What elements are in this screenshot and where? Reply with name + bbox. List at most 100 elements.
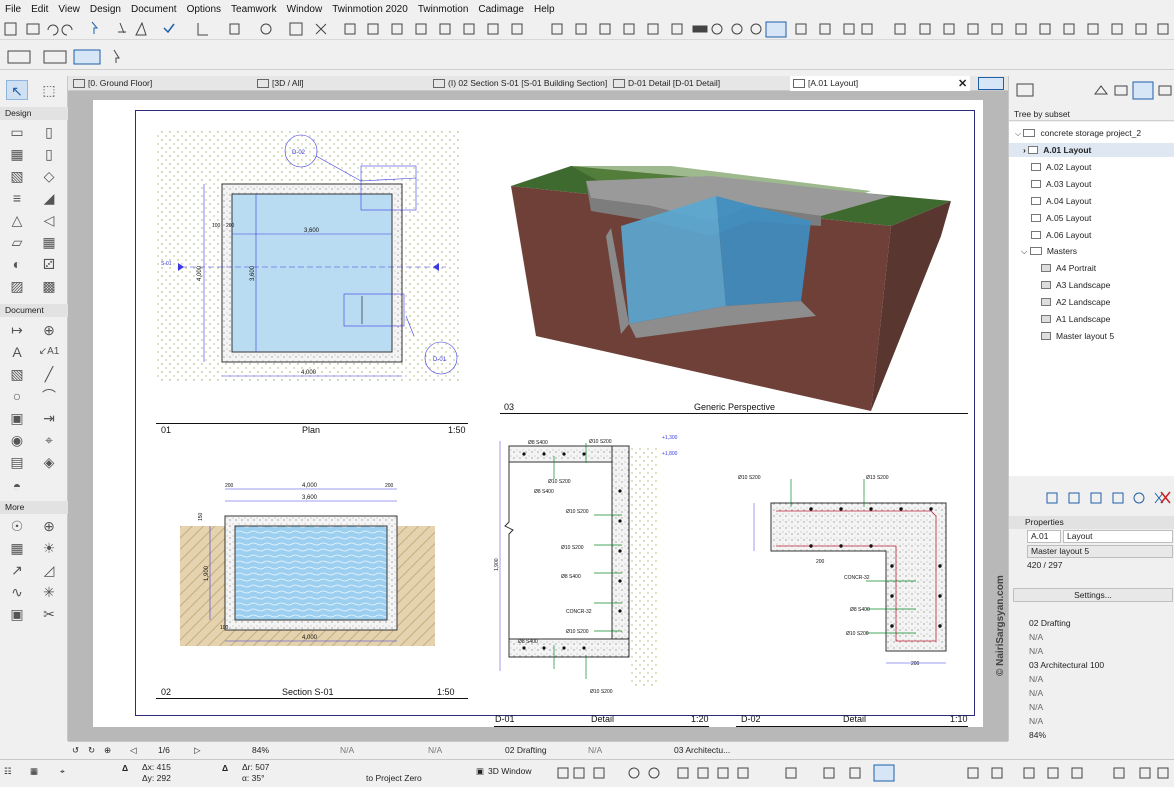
shell-tool-icon[interactable]: ◁ [38,210,60,230]
railing-tool-icon[interactable]: ◢ [38,188,60,208]
menu-help[interactable]: Help [529,4,560,15]
figure-tool-icon[interactable]: ◓ [6,476,28,496]
tree-layout-a05[interactable]: A.05 Layout [1009,211,1091,225]
worksheet-tool-icon[interactable]: ▤ [6,452,28,472]
tab-detail-d01[interactable]: D-01 Detail [D-01 Detail] [610,76,780,91]
tab-ground-floor[interactable]: [0. Ground Floor] [70,76,240,91]
beam-tool-icon[interactable]: ▦ [6,144,28,164]
slab-tool-icon[interactable]: ▱ [6,232,28,252]
tree-master-5[interactable]: Master layout 5 [1009,329,1114,343]
object-tool-icon[interactable]: ⚂ [38,254,60,274]
tree-layout-a02[interactable]: A.02 Layout [1009,160,1091,174]
drawing-tool-icon[interactable]: ▣ [6,408,28,428]
line-tool-icon[interactable]: ╱ [38,364,60,384]
layout-id-field[interactable]: A.01 [1027,530,1061,543]
close-tab-icon[interactable]: ✕ [958,77,967,90]
level-dimension-tool-icon[interactable]: ⊕ [38,320,60,340]
properties-header[interactable]: Properties [1009,516,1174,529]
coord-mode-icon[interactable]: ⌖ [60,766,65,777]
option-na-6[interactable]: N/A [1029,714,1043,728]
change-tool-icon[interactable]: ◈ [38,452,60,472]
option-na-3[interactable]: N/A [1029,672,1043,686]
circle-tool-icon[interactable]: ○ [6,386,28,406]
menu-view[interactable]: View [53,4,85,15]
status-layer-combo[interactable]: 02 Drafting [505,745,547,755]
toolbox-document-header[interactable]: Document [0,304,68,317]
text-tool-icon[interactable]: A [6,342,28,362]
detail-d02-drawing[interactable]: Ø10 S200 Ø13 S200 CONCR-32 Ø8 S400 Ø10 S… [736,471,961,686]
marquee-select-icon[interactable]: ⬚ [38,80,60,100]
menu-twinmotion-2020[interactable]: Twinmotion 2020 [327,4,413,15]
spline-tool-icon[interactable]: ∿ [6,582,28,602]
toolbox-design-header[interactable]: Design [0,107,68,120]
skylight-tool-icon[interactable]: ◇ [38,166,60,186]
navigator-mode-label[interactable]: Tree by subset [1009,108,1174,121]
figure2-tool-icon[interactable]: ▣ [6,604,28,624]
roof-tool-icon[interactable]: △ [6,210,28,230]
fill-tool-icon[interactable]: ▧ [6,364,28,384]
zoom-in-icon[interactable]: ⊕ [104,745,111,756]
camera-tool-icon[interactable]: ⊕ [38,516,60,536]
polyline-tool-icon[interactable]: ⌒ [38,386,60,406]
status-pen-set[interactable]: 03 Architectu... [674,745,730,755]
menu-window[interactable]: Window [282,4,328,15]
toolbox-more-header[interactable]: More [0,501,68,514]
tab-layout-a01[interactable]: [A.01 Layout] [790,76,970,91]
tree-project-root[interactable]: ⌵ concrete storage project_2 [1009,126,1141,140]
option-na-4[interactable]: N/A [1029,686,1043,700]
section-tool-icon[interactable]: ⇥ [38,408,60,428]
tree-master-a2[interactable]: A2 Landscape [1009,295,1110,309]
tree-masters[interactable]: ⌵ Masters [1009,244,1077,258]
scissors-tool-icon[interactable]: ✂ [38,604,60,624]
toolbar2-icons[interactable] [0,44,200,70]
tree-master-a1[interactable]: A1 Landscape [1009,312,1110,326]
menu-edit[interactable]: Edit [26,4,53,15]
detail-d01-drawing[interactable]: Ø8 S400 Ø10 S200 Ø10 S200 Ø8 S400 Ø10 S2… [494,431,709,706]
arrow-select-icon[interactable]: ↖ [6,80,28,100]
zone-tool-icon[interactable]: ▨ [6,276,28,296]
layout-canvas[interactable]: D-02 D-01 3,600 4,000 4,000 3,600 100 20… [68,91,1008,741]
zoom-level[interactable]: 84% [252,745,269,755]
tree-layout-a03[interactable]: A.03 Layout [1009,177,1091,191]
option-na-5[interactable]: N/A [1029,700,1043,714]
mesh-tool-icon[interactable]: ▩ [38,276,60,296]
pen-set-item[interactable]: 03 Architectural 100 [1029,658,1104,672]
menu-twinmotion[interactable]: Twinmotion [413,4,474,15]
elevation-tool-icon[interactable]: ◉ [6,430,28,450]
column-tool-icon[interactable]: ▯ [38,122,60,142]
dimension-tool-icon[interactable]: ↦ [6,320,28,340]
tree-layout-a04[interactable]: A.04 Layout [1009,194,1091,208]
toolbar-icons[interactable] [0,18,1174,40]
settings-button[interactable]: Settings... [1013,588,1173,602]
lamp-tool-icon[interactable]: ☀ [38,538,60,558]
curtain-wall-tool-icon[interactable]: ▦ [38,232,60,252]
window-tool-icon[interactable]: ▧ [6,166,28,186]
project-zero-label[interactable]: to Project Zero [366,773,422,783]
prev-page-icon[interactable]: ◁ [130,745,137,756]
status-na-3[interactable]: N/A [588,745,602,755]
layer-set-item[interactable]: 02 Drafting [1029,616,1071,630]
tab-3d-all[interactable]: [3D / All] [254,76,424,91]
label-tool-icon[interactable]: ↙A1 [38,342,60,362]
status-na-1[interactable]: N/A [340,745,354,755]
3d-window-button[interactable]: 3D Window [488,766,531,776]
wall-tool-icon[interactable]: ▭ [6,122,28,142]
generic-perspective-drawing[interactable] [511,166,966,411]
navigator-actions[interactable] [1009,486,1174,510]
master-layout-select[interactable]: Master layout 5 [1027,545,1173,558]
layout-name-field[interactable]: Layout [1063,530,1173,543]
stair-tool-icon[interactable]: ≡ [6,188,28,208]
menu-document[interactable]: Document [126,4,182,15]
snap-icon[interactable]: ▦ [30,766,38,777]
hotlinks-tool-icon[interactable]: ✳ [38,582,60,602]
navigator-toolbar[interactable] [1009,76,1174,104]
next-page-icon[interactable]: ▷ [194,745,201,756]
option-na-2[interactable]: N/A [1029,644,1043,658]
detail-tool-icon[interactable]: ⌖ [38,430,60,450]
tree-master-a3[interactable]: A3 Landscape [1009,278,1110,292]
option-na-1[interactable]: N/A [1029,630,1043,644]
menu-options[interactable]: Options [182,4,226,15]
tab-menu-icon[interactable] [978,77,1004,90]
undo-zoom-icon[interactable]: ↺ [72,745,79,756]
tree-layout-a06[interactable]: A.06 Layout [1009,228,1091,242]
